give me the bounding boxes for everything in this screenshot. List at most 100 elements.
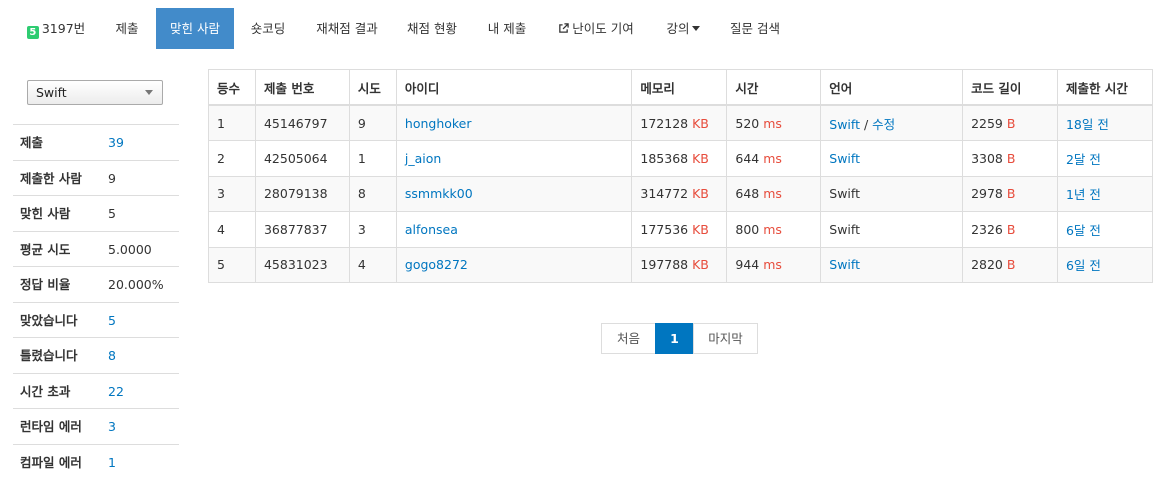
problem-number: 3197번 bbox=[41, 21, 86, 36]
memory-value: 314772 bbox=[640, 186, 689, 202]
user-link[interactable]: j_aion bbox=[405, 151, 441, 166]
stat-value-link[interactable]: 8 bbox=[108, 338, 116, 373]
nav-tab-rejudge-results[interactable]: 재채점 결과 bbox=[304, 8, 390, 49]
nav-tab-my-submissions[interactable]: 내 제출 bbox=[475, 8, 539, 49]
cell-user-id: ssmmkk00 bbox=[395, 175, 633, 212]
table-row: 2 42505064 1 j_aion 185368 KB 644 ms Swi… bbox=[208, 140, 1154, 177]
stat-value-link[interactable]: 39 bbox=[108, 125, 124, 160]
cell-submission-id: 28079138 bbox=[254, 175, 350, 212]
stat-row-compile-error: 컴파일 에러 1 bbox=[13, 445, 179, 479]
user-link[interactable]: ssmmkk00 bbox=[405, 186, 473, 201]
stat-row-submitters: 제출한 사람 9 bbox=[13, 161, 179, 196]
time-unit: ms bbox=[763, 186, 782, 202]
stat-label: 정답 비율 bbox=[20, 277, 71, 292]
submitted-at-link[interactable]: 2달 전 bbox=[1066, 152, 1101, 167]
table-row: 4 36877837 3 alfonsea 177536 KB 800 ms S… bbox=[208, 211, 1154, 248]
cell-submission-id: 45146797 bbox=[254, 104, 350, 141]
cell-language: Swift bbox=[820, 140, 964, 177]
length-value: 2259 bbox=[971, 115, 1003, 131]
user-link[interactable]: honghoker bbox=[405, 116, 472, 131]
cell-language: Swift bbox=[820, 211, 964, 248]
header-tries: 시도 bbox=[348, 69, 397, 106]
table-row: 1 45146797 9 honghoker 172128 KB 520 ms … bbox=[208, 104, 1154, 141]
nav-tab-question-search[interactable]: 질문 검색 bbox=[722, 8, 788, 49]
submitted-at-link[interactable]: 1년 전 bbox=[1066, 187, 1101, 202]
cell-memory: 197788 KB bbox=[631, 246, 728, 283]
stat-label: 런타임 에러 bbox=[20, 419, 82, 434]
time-value: 648 bbox=[735, 186, 760, 202]
tier-badge-icon: 5 bbox=[26, 26, 39, 39]
submitted-at-link[interactable]: 18일 전 bbox=[1066, 117, 1109, 132]
language-link[interactable]: Swift bbox=[829, 117, 860, 132]
cell-language: Swift bbox=[820, 246, 964, 283]
header-user-id: 아이디 bbox=[395, 69, 633, 106]
cell-submitted-at: 2달 전 bbox=[1056, 140, 1154, 177]
memory-value: 177536 bbox=[640, 221, 689, 237]
submitted-at-link[interactable]: 6일 전 bbox=[1066, 258, 1101, 273]
stat-value: 5.0000 bbox=[108, 241, 152, 257]
time-unit: ms bbox=[763, 150, 782, 166]
stat-value: 9 bbox=[108, 170, 116, 186]
cell-memory: 177536 KB bbox=[631, 211, 728, 248]
nav-tab-submit[interactable]: 제출 bbox=[102, 8, 152, 49]
language-link[interactable]: Swift bbox=[829, 151, 860, 166]
memory-unit: KB bbox=[692, 257, 709, 273]
user-link[interactable]: gogo8272 bbox=[405, 257, 468, 272]
length-value: 2326 bbox=[971, 221, 1003, 237]
language-link[interactable]: Swift bbox=[829, 257, 860, 272]
stat-value: 20.000% bbox=[108, 277, 164, 292]
cell-tries: 8 bbox=[348, 175, 397, 212]
stat-value-link[interactable]: 3 bbox=[108, 409, 116, 444]
stat-value-link[interactable]: 1 bbox=[108, 445, 116, 479]
language-select[interactable]: Swift bbox=[27, 80, 163, 105]
memory-value: 172128 bbox=[640, 115, 689, 131]
stat-label: 시간 초과 bbox=[20, 383, 71, 399]
cell-user-id: honghoker bbox=[395, 104, 633, 141]
stat-value-link[interactable]: 5 bbox=[108, 303, 116, 338]
length-unit: B bbox=[1006, 221, 1016, 237]
edit-link[interactable]: 수정 bbox=[872, 117, 895, 132]
memory-value: 185368 bbox=[640, 150, 689, 166]
header-language: 언어 bbox=[820, 69, 964, 106]
pagination-page-1[interactable]: 1 bbox=[655, 323, 694, 354]
length-value: 2820 bbox=[971, 257, 1003, 273]
time-unit: ms bbox=[763, 257, 782, 273]
cell-rank: 4 bbox=[208, 211, 256, 248]
nav-tab-difficulty-contribution[interactable]: 난이도 기여 bbox=[547, 8, 645, 49]
time-unit: ms bbox=[763, 221, 782, 237]
cell-submission-id: 42505064 bbox=[254, 140, 350, 177]
nav-tab-lectures-dropdown[interactable]: 강의 bbox=[652, 8, 714, 49]
pagination-first-button[interactable]: 처음 bbox=[601, 323, 656, 354]
nav-tab-short-coding[interactable]: 숏코딩 bbox=[239, 8, 297, 49]
stat-label: 제출한 사람 bbox=[20, 170, 82, 186]
table-row: 5 45831023 4 gogo8272 197788 KB 944 ms S… bbox=[208, 246, 1154, 283]
cell-time: 648 ms bbox=[726, 175, 822, 212]
nav-problem-link[interactable]: 5 3197번 bbox=[20, 8, 92, 49]
header-rank: 등수 bbox=[208, 69, 256, 106]
cell-user-id: alfonsea bbox=[395, 211, 633, 248]
cell-user-id: j_aion bbox=[395, 140, 633, 177]
cell-submission-id: 36877837 bbox=[254, 211, 350, 248]
cell-memory: 314772 KB bbox=[631, 175, 728, 212]
language-select-value: Swift bbox=[36, 85, 67, 100]
caret-down-icon bbox=[691, 26, 700, 31]
nav-tab-status[interactable]: 채점 현황 bbox=[396, 8, 468, 49]
cell-time: 800 ms bbox=[726, 211, 822, 248]
stat-label: 맞았습니다 bbox=[20, 312, 78, 328]
cell-code-length: 2326 B bbox=[962, 211, 1058, 248]
memory-value: 197788 bbox=[640, 257, 689, 273]
cell-rank: 2 bbox=[208, 140, 256, 177]
memory-unit: KB bbox=[692, 186, 709, 202]
cell-memory: 185368 KB bbox=[631, 140, 728, 177]
stat-label: 컴파일 에러 bbox=[20, 454, 82, 470]
language-separator: / bbox=[859, 116, 873, 132]
nav-tab-accepted-users[interactable]: 맞힌 사람 bbox=[156, 8, 234, 49]
header-submitted-at: 제출한 시간 bbox=[1056, 69, 1154, 106]
cell-code-length: 2978 B bbox=[962, 175, 1058, 212]
cell-tries: 9 bbox=[348, 104, 397, 141]
user-link[interactable]: alfonsea bbox=[405, 222, 458, 237]
stat-value-link[interactable]: 22 bbox=[108, 374, 124, 409]
time-unit: ms bbox=[763, 115, 782, 131]
submitted-at-link[interactable]: 6달 전 bbox=[1066, 223, 1101, 238]
pagination-last-button[interactable]: 마지막 bbox=[693, 323, 758, 354]
